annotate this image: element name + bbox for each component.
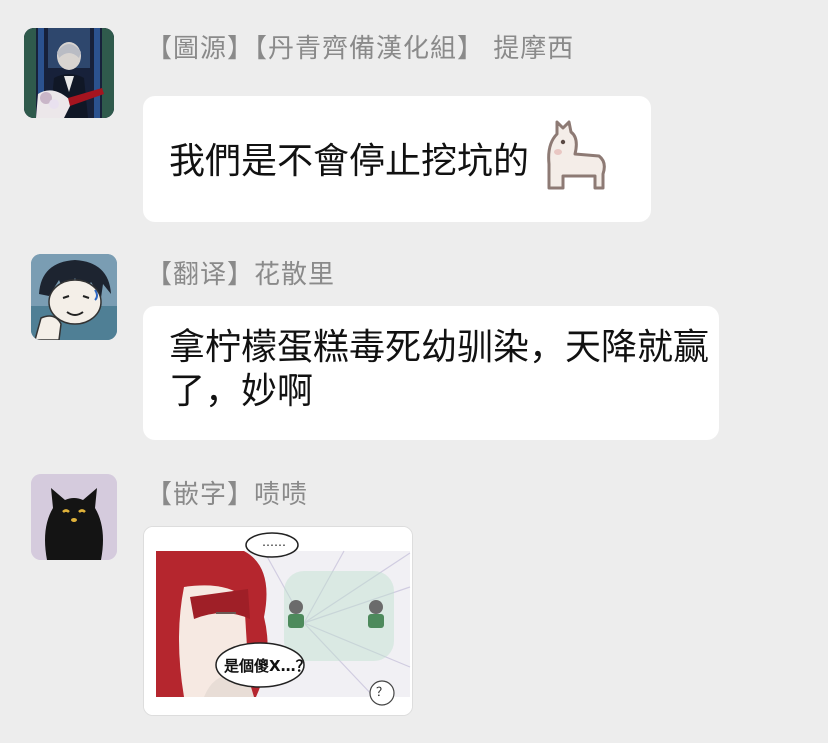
image-message[interactable]: …… 是個傻X…？ ？ [143, 526, 413, 716]
black-cat-avatar [31, 474, 117, 560]
speech-top: …… [262, 535, 286, 549]
anime-portrait-avatar [24, 28, 114, 118]
avatar[interactable] [24, 28, 114, 118]
sender-name: 【嵌字】啧啧 [146, 480, 309, 510]
manga-boy-avatar [31, 254, 117, 340]
avatar[interactable] [31, 254, 117, 340]
sender-name: 【翻译】花散里 [146, 260, 336, 290]
message-bubble[interactable]: 我們是不會停止挖坑的 [143, 96, 651, 222]
message-bubble[interactable]: 拿柠檬蛋糕毒死幼驯染，天降就赢了，妙啊 [143, 306, 719, 440]
alpaca-sticker-icon [547, 120, 606, 190]
manga-panel-image [144, 527, 412, 715]
speech-main: 是個傻X…？ [224, 657, 311, 675]
speech-corner: ？ [376, 685, 389, 699]
avatar[interactable] [31, 474, 117, 560]
sender-name: 【圖源】【丹青齊備漢化組】 提摩西 [146, 34, 575, 64]
message-text: 我們是不會停止挖坑的 [169, 141, 530, 182]
message-text: 拿柠檬蛋糕毒死幼驯染，天降就赢了，妙啊 [169, 327, 710, 412]
